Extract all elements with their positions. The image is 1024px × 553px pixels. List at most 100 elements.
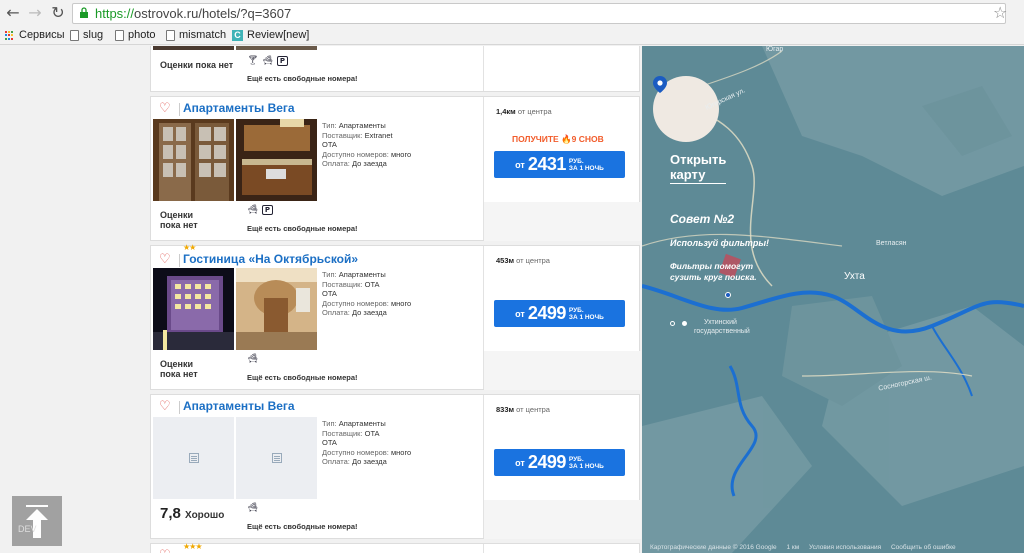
- hotel-card-main: ★★★ ♡: [151, 542, 482, 553]
- heart-icon[interactable]: ♡: [159, 102, 173, 115]
- star-rating: ★★: [183, 243, 196, 252]
- tip-text-line1: Фильтры помогут: [670, 261, 754, 271]
- rating-score: 7,8 Хорошо: [160, 505, 224, 522]
- map-copyright: Картографические данные © 2016 Google: [650, 544, 777, 551]
- map-report-link[interactable]: Сообщить об ошибке: [891, 544, 956, 551]
- bookmark-mismatch[interactable]: mismatch: [166, 28, 226, 43]
- hotel-card: ★★★ ♡: [150, 542, 640, 553]
- rating-none: Оценки пока нет: [160, 60, 234, 70]
- address-bar[interactable]: https://ostrovok.ru/hotels/?q=3607: [72, 3, 1006, 24]
- amenities: 🛁︎ P: [247, 205, 273, 215]
- amenities: 🛁︎: [247, 503, 258, 513]
- map-panel[interactable]: Югерская ул. Югар Открыть карту Совет №2…: [642, 46, 1024, 553]
- forward-arrow-icon[interactable]: →: [26, 4, 44, 22]
- price-button[interactable]: от 2499 РУБ. ЗА 1 НОЧЬ: [494, 300, 625, 327]
- page-content: Оценки пока нет 🍸︎ 🛁︎ P Ещё есть свободн…: [0, 46, 1024, 553]
- price-currency: РУБ. ЗА 1 НОЧЬ: [569, 158, 604, 172]
- price-footer: [484, 500, 641, 539]
- map-terms-link[interactable]: Условия использования: [809, 544, 881, 551]
- rating-text: Оценки пока нет: [160, 60, 233, 70]
- distance: 833м от центра: [496, 405, 550, 414]
- bookmark-label: Сервисы: [19, 29, 65, 41]
- hotel-photo[interactable]: [153, 119, 234, 201]
- document-icon: [115, 30, 124, 41]
- scroll-to-top-button[interactable]: DEV: [12, 496, 62, 546]
- detail-value: много: [390, 298, 412, 308]
- open-map-line1: Открыть: [670, 152, 727, 167]
- detail-label: Поставщик:: [322, 428, 363, 438]
- bookmark-apps[interactable]: Сервисы: [5, 28, 65, 43]
- heart-icon[interactable]: ♡: [159, 400, 173, 413]
- currency: РУБ.: [568, 306, 584, 314]
- bookmark-review[interactable]: C Review[new]: [232, 28, 309, 43]
- detail-value: много: [390, 149, 412, 159]
- hotel-photo[interactable]: [236, 268, 317, 350]
- detail-label: Поставщик:: [322, 279, 363, 289]
- hotel-details: Тип: Апартаменты Поставщик: OTA OTA Дост…: [322, 270, 411, 318]
- detail-label: Оплата:: [322, 457, 350, 466]
- bath-icon: 🛁︎: [262, 56, 274, 66]
- hotel-card: ♡ Апартаменты Вега Тип: Апартаменты Пост…: [150, 394, 641, 539]
- photo-placeholder: [236, 417, 317, 499]
- hotel-photo[interactable]: [236, 119, 317, 201]
- building-icon: [189, 453, 199, 463]
- hotel-name-link[interactable]: Гостиница «На Октябрьской»: [183, 252, 358, 266]
- hotel-photo[interactable]: [153, 46, 234, 50]
- distance-value: 1,4км: [496, 107, 516, 116]
- room-photo-image: [153, 119, 234, 201]
- bookmark-label: photo: [128, 29, 156, 41]
- divider: [179, 401, 180, 414]
- per-night: ЗА 1 НОЧЬ: [568, 164, 604, 172]
- price-footer: [484, 351, 641, 390]
- price-footer: [484, 202, 641, 241]
- reload-icon[interactable]: ↻: [49, 4, 67, 22]
- price-from: от: [515, 308, 525, 319]
- price-from: от: [515, 159, 525, 170]
- url-scheme: https://: [95, 6, 135, 21]
- hotel-card-main: ♡ Апартаменты Вега Тип: Апартаменты Пост…: [151, 395, 482, 538]
- bookmarks-bar: Сервисы slug photo mismatch C Review[new…: [0, 26, 1024, 45]
- photo-placeholder: [153, 417, 234, 499]
- divider: [179, 254, 180, 267]
- heart-icon[interactable]: ♡: [159, 253, 173, 266]
- dev-badge: DEV: [18, 524, 37, 534]
- detail-label: Доступно номеров:: [322, 149, 389, 159]
- hotel-photo[interactable]: [153, 268, 234, 350]
- rating-value: 7,8: [160, 505, 181, 522]
- carousel-dot-active[interactable]: [682, 321, 687, 326]
- map-scale: 1 км: [786, 544, 800, 551]
- hotel-card: ★★ ♡ Гостиница «На Октябрьской» Тип: Апа…: [150, 243, 641, 390]
- carousel-dot[interactable]: [670, 321, 675, 326]
- hotel-photo[interactable]: [236, 46, 317, 50]
- divider: [179, 103, 180, 116]
- detail-value: OTA: [322, 289, 337, 298]
- hotel-card-price: 1,4км от центра ПОЛУЧИТЕ 🔥9 СНОВ от 2431…: [483, 97, 641, 241]
- open-map-link[interactable]: Открыть карту: [670, 152, 727, 184]
- bookmark-label: slug: [83, 29, 104, 41]
- bookmark-photo[interactable]: photo: [115, 28, 156, 43]
- parking-icon: P: [277, 56, 288, 66]
- price-amount: 2499: [527, 452, 567, 472]
- price-button[interactable]: от 2499 РУБ. ЗА 1 НОЧЬ: [494, 449, 625, 476]
- hotel-list: Оценки пока нет 🍸︎ 🛁︎ P Ещё есть свободн…: [150, 46, 641, 553]
- distance-label: от центра: [517, 107, 552, 116]
- hotel-name-link[interactable]: Апартаменты Вега: [183, 399, 295, 413]
- hotel-name-link[interactable]: Апартаменты Вега: [183, 101, 295, 115]
- hotel-map-marker[interactable]: [725, 292, 731, 298]
- detail-value: OTA: [364, 279, 380, 289]
- detail-value: До заезда: [351, 308, 387, 317]
- hotel-card-price: [483, 46, 640, 91]
- hotel-card-main: ★★ ♡ Гостиница «На Октябрьской» Тип: Апа…: [151, 243, 482, 389]
- hotel-card-price: 833м от центра от 2499 РУБ. ЗА 1 НОЧЬ: [483, 395, 641, 539]
- price-amount: 2431: [527, 154, 567, 174]
- detail-value: много: [390, 447, 412, 457]
- building-icon: [272, 453, 282, 463]
- bookmark-star-icon[interactable]: ☆: [993, 3, 1007, 22]
- price-button[interactable]: от 2431 РУБ. ЗА 1 НОЧЬ: [494, 151, 625, 178]
- bath-icon: 🛁︎: [247, 503, 259, 513]
- detail-label: Оплата:: [322, 159, 350, 168]
- hotel-card-main: Оценки пока нет 🍸︎ 🛁︎ P Ещё есть свободн…: [151, 46, 482, 91]
- detail-label: Доступно номеров:: [322, 447, 389, 457]
- back-arrow-icon[interactable]: ←: [4, 4, 22, 22]
- bookmark-slug[interactable]: slug: [70, 28, 103, 43]
